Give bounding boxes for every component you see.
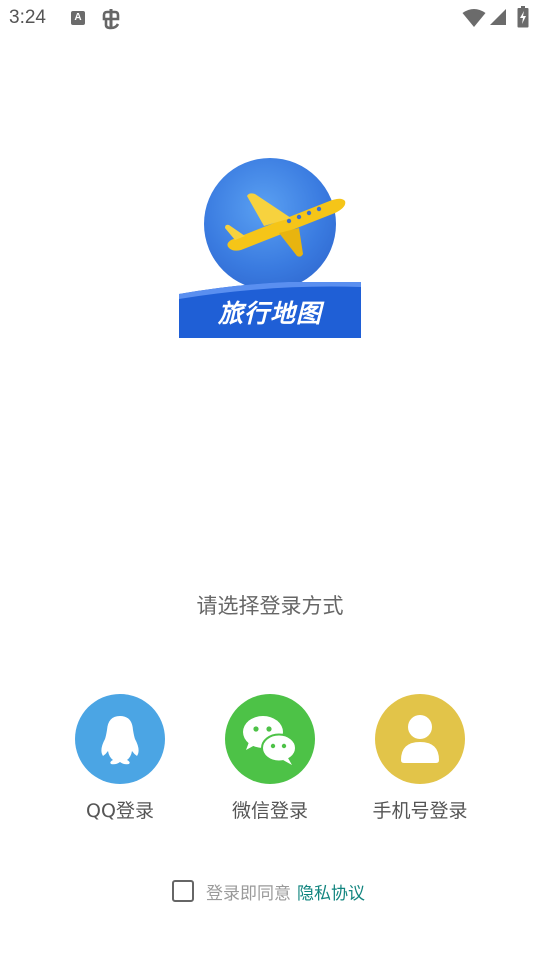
agreement-text: 登录即同意 [206,883,291,904]
agreement-row: 登录即同意 隐私协议 [172,876,365,906]
app-logo: 旅行地图 [179,158,361,338]
airplane-icon [225,193,346,257]
phone-login-label: 手机号登录 [372,800,468,822]
wechat-icon [243,716,297,765]
privacy-policy-link[interactable]: 隐私协议 [297,879,365,904]
status-bar: 3:24 A [0,0,540,38]
wechat-login-label: 微信登录 [231,800,308,822]
agreement-checkbox[interactable] [172,880,194,902]
wifi-icon [462,9,486,27]
qq-login-circle[interactable] [75,694,165,784]
login-screen: 3:24 A 旅行地图 请选择登录方式 QQ登录 微信登录 手机号登录 登录即同… [0,0,540,960]
bug-icon [102,9,120,30]
user-icon [401,715,439,763]
phone-login-button[interactable]: 手机号登录 [345,694,495,824]
battery-charging-icon [517,6,529,28]
wechat-login-circle[interactable] [225,694,315,784]
wechat-login-button[interactable]: 微信登录 [195,694,345,824]
a-notification-icon: A [71,11,85,25]
qq-icon [101,716,139,765]
cell-signal-icon [490,9,506,25]
qq-login-label: QQ登录 [86,800,154,822]
qq-login-button[interactable]: QQ登录 [45,694,195,824]
phone-login-circle[interactable] [375,694,465,784]
logo-text: 旅行地图 [217,299,322,328]
login-method-prompt: 请选择登录方式 [196,594,344,618]
status-time: 3:24 [9,7,46,28]
